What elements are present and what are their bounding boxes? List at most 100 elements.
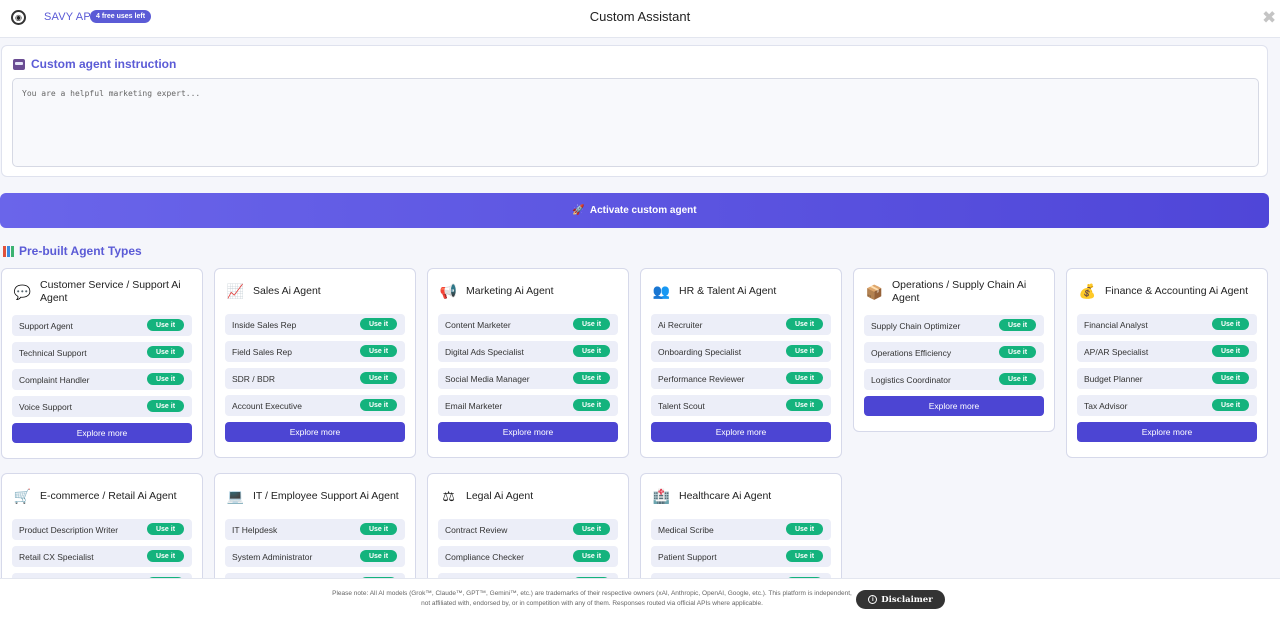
speech-bubble-icon: 💬 bbox=[13, 283, 32, 300]
use-it-button[interactable]: Use it bbox=[1212, 318, 1249, 330]
explore-more-button[interactable]: Explore more bbox=[1077, 422, 1257, 442]
use-it-button[interactable]: Use it bbox=[786, 318, 823, 330]
agent-role-label: Budget Planner bbox=[1084, 373, 1143, 384]
use-it-button[interactable]: Use it bbox=[999, 319, 1036, 331]
use-it-button[interactable]: Use it bbox=[786, 523, 823, 535]
use-it-button[interactable]: Use it bbox=[1212, 399, 1249, 411]
main-content: Custom agent instruction 🚀 Activate cust… bbox=[0, 38, 1280, 578]
use-it-button[interactable]: Use it bbox=[360, 372, 397, 384]
use-it-button[interactable]: Use it bbox=[573, 550, 610, 562]
agent-role-row: Complaint Handler Use it bbox=[12, 369, 192, 390]
logo-icon[interactable]: ◉ bbox=[11, 10, 26, 25]
use-it-button[interactable]: Use it bbox=[573, 399, 610, 411]
agent-role-row: Tax Advisor Use it bbox=[1077, 395, 1257, 416]
disclaimer-button[interactable]: i Disclaimer bbox=[856, 590, 945, 609]
use-it-button[interactable]: Use it bbox=[786, 372, 823, 384]
agent-role-label: Supply Chain Optimizer bbox=[871, 320, 961, 331]
agent-card-title: Sales Ai Agent bbox=[253, 285, 321, 297]
use-it-button[interactable]: Use it bbox=[360, 318, 397, 330]
agent-role-row: Financial Analyst Use it bbox=[1077, 314, 1257, 335]
explore-more-button[interactable]: Explore more bbox=[12, 423, 192, 443]
agent-card-header: 🏥 Healthcare Ai Agent bbox=[641, 474, 841, 519]
shopping-cart-icon: 🛒 bbox=[13, 488, 32, 504]
agent-role-row: Compliance Checker Use it bbox=[438, 546, 618, 567]
agent-role-label: Medical Scribe bbox=[658, 524, 714, 535]
agent-card: 📢 Marketing Ai Agent Content Marketer Use i… bbox=[427, 268, 629, 458]
package-icon: 📦 bbox=[865, 283, 884, 300]
agent-role-row: Inside Sales Rep Use it bbox=[225, 314, 405, 335]
agent-role-label: IT Helpdesk bbox=[232, 524, 278, 535]
use-it-button[interactable]: Use it bbox=[147, 400, 184, 412]
agent-role-row: Support Agent Use it bbox=[12, 315, 192, 336]
agent-card-title: IT / Employee Support Ai Agent bbox=[253, 490, 399, 502]
agent-role-label: Product Description Writer bbox=[19, 524, 119, 535]
use-it-button[interactable]: Use it bbox=[786, 399, 823, 411]
agent-card-header: 📢 Marketing Ai Agent bbox=[428, 269, 628, 314]
agent-role-label: Talent Scout bbox=[658, 400, 705, 411]
agent-role-label: Retail CX Specialist bbox=[19, 551, 94, 562]
agent-card-header: 💻 IT / Employee Support Ai Agent bbox=[215, 474, 415, 519]
use-it-button[interactable]: Use it bbox=[147, 346, 184, 358]
agent-role-label: Content Marketer bbox=[445, 319, 511, 330]
agent-card-header: 🛒 E-commerce / Retail Ai Agent bbox=[2, 474, 202, 519]
use-it-button[interactable]: Use it bbox=[147, 373, 184, 385]
agent-role-row: Social Media Manager Use it bbox=[438, 368, 618, 389]
agent-role-row: Performance Reviewer Use it bbox=[651, 368, 831, 389]
explore-more-button[interactable]: Explore more bbox=[651, 422, 831, 442]
agent-role-row: Supply Chain Optimizer Use it bbox=[864, 315, 1044, 336]
agent-role-label: Email Marketer bbox=[445, 400, 503, 411]
explore-more-button[interactable]: Explore more bbox=[864, 396, 1044, 416]
agent-card-title: Marketing Ai Agent bbox=[466, 285, 554, 297]
agent-role-row: Talent Scout Use it bbox=[651, 395, 831, 416]
use-it-button[interactable]: Use it bbox=[360, 345, 397, 357]
use-it-button[interactable]: Use it bbox=[573, 372, 610, 384]
agent-card-header: 👥 HR & Talent Ai Agent bbox=[641, 269, 841, 314]
use-it-button[interactable]: Use it bbox=[999, 346, 1036, 358]
use-it-button[interactable]: Use it bbox=[147, 523, 184, 535]
use-it-button[interactable]: Use it bbox=[786, 550, 823, 562]
use-it-button[interactable]: Use it bbox=[147, 319, 184, 331]
use-it-button[interactable]: Use it bbox=[999, 373, 1036, 385]
agent-card-title: Legal Ai Agent bbox=[466, 490, 534, 502]
agent-role-row: Account Executive Use it bbox=[225, 395, 405, 416]
agent-role-row: Field Sales Rep Use it bbox=[225, 341, 405, 362]
agent-role-row: Contract Review Use it bbox=[438, 519, 618, 540]
agent-role-label: System Administrator bbox=[232, 551, 313, 562]
agent-role-row: Logistics Coordinator Use it bbox=[864, 369, 1044, 390]
free-uses-badge: 4 free uses left bbox=[90, 10, 152, 23]
agent-role-label: Technical Support bbox=[19, 347, 87, 358]
use-it-button[interactable]: Use it bbox=[360, 523, 397, 535]
explore-more-button[interactable]: Explore more bbox=[225, 422, 405, 442]
agent-role-label: Performance Reviewer bbox=[658, 373, 745, 384]
use-it-button[interactable]: Use it bbox=[1212, 345, 1249, 357]
agent-role-label: Onboarding Specialist bbox=[658, 346, 742, 357]
agent-card: ⚖ Legal Ai Agent Contract Review Use it Comp… bbox=[427, 473, 629, 578]
agent-role-row: System Administrator Use it bbox=[225, 546, 405, 567]
chart-increasing-icon: 📈 bbox=[226, 283, 245, 299]
agent-card: 💬 Customer Service / Support Ai Agent Supp… bbox=[1, 268, 203, 459]
agent-role-label: Support Agent bbox=[19, 320, 73, 331]
use-it-button[interactable]: Use it bbox=[573, 318, 610, 330]
agent-role-label: Tax Advisor bbox=[1084, 400, 1128, 411]
agent-role-label: Complaint Handler bbox=[19, 374, 90, 385]
agent-role-row: IT Helpdesk Use it bbox=[225, 519, 405, 540]
explore-more-button[interactable]: Explore more bbox=[438, 422, 618, 442]
use-it-button[interactable]: Use it bbox=[1212, 372, 1249, 384]
agent-card: 📈 Sales Ai Agent Inside Sales Rep Use it Fie… bbox=[214, 268, 416, 458]
agent-role-label: Digital Ads Specialist bbox=[445, 346, 524, 357]
agent-role-label: Financial Analyst bbox=[1084, 319, 1148, 330]
use-it-button[interactable]: Use it bbox=[360, 399, 397, 411]
use-it-button[interactable]: Use it bbox=[147, 550, 184, 562]
rocket-icon: 🚀 bbox=[572, 205, 585, 216]
use-it-button[interactable]: Use it bbox=[573, 523, 610, 535]
instruction-textarea[interactable] bbox=[12, 78, 1259, 167]
use-it-button[interactable]: Use it bbox=[573, 345, 610, 357]
agent-role-label: Ai Recruiter bbox=[658, 319, 703, 330]
agent-role-label: Voice Support bbox=[19, 401, 72, 412]
agent-role-label: Contract Review bbox=[445, 524, 508, 535]
instruction-heading: Custom agent instruction bbox=[13, 57, 176, 71]
close-icon[interactable]: ✖ bbox=[1262, 8, 1276, 28]
use-it-button[interactable]: Use it bbox=[786, 345, 823, 357]
activate-custom-agent-button[interactable]: 🚀 Activate custom agent bbox=[0, 193, 1269, 228]
use-it-button[interactable]: Use it bbox=[360, 550, 397, 562]
